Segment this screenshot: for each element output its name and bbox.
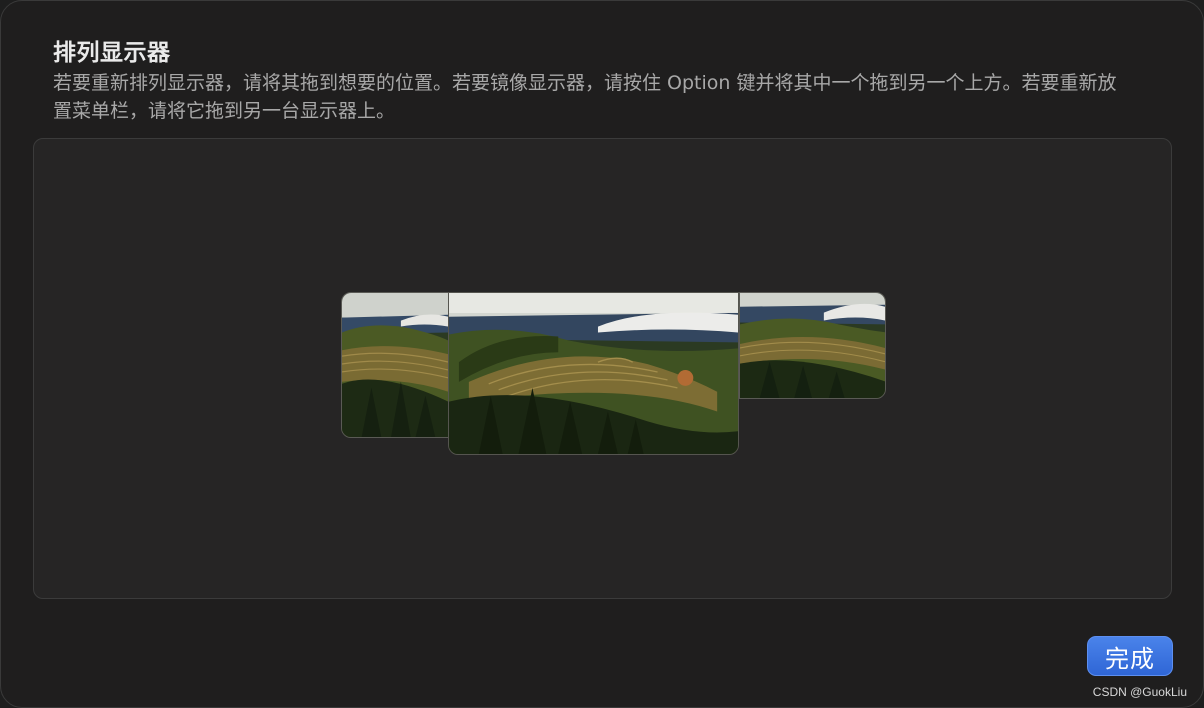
landscape-wallpaper <box>449 293 738 454</box>
main-display[interactable] <box>448 292 739 455</box>
landscape-wallpaper <box>740 293 885 398</box>
menu-bar-indicator[interactable] <box>449 293 738 313</box>
left-display[interactable] <box>341 292 449 438</box>
arrange-displays-dialog: 排列显示器 若要重新排列显示器，请将其拖到想要的位置。若要镜像显示器，请按住 O… <box>0 0 1204 708</box>
right-display[interactable] <box>739 292 886 399</box>
dialog-description: 若要重新排列显示器，请将其拖到想要的位置。若要镜像显示器，请按住 Option … <box>53 72 1117 122</box>
done-button[interactable]: 完成 <box>1087 636 1173 676</box>
landscape-wallpaper <box>342 293 448 437</box>
watermark-text: CSDN @GuokLiu <box>1092 685 1187 699</box>
display-arrangement-area <box>33 138 1172 599</box>
dialog-title: 排列显示器 <box>53 40 171 66</box>
